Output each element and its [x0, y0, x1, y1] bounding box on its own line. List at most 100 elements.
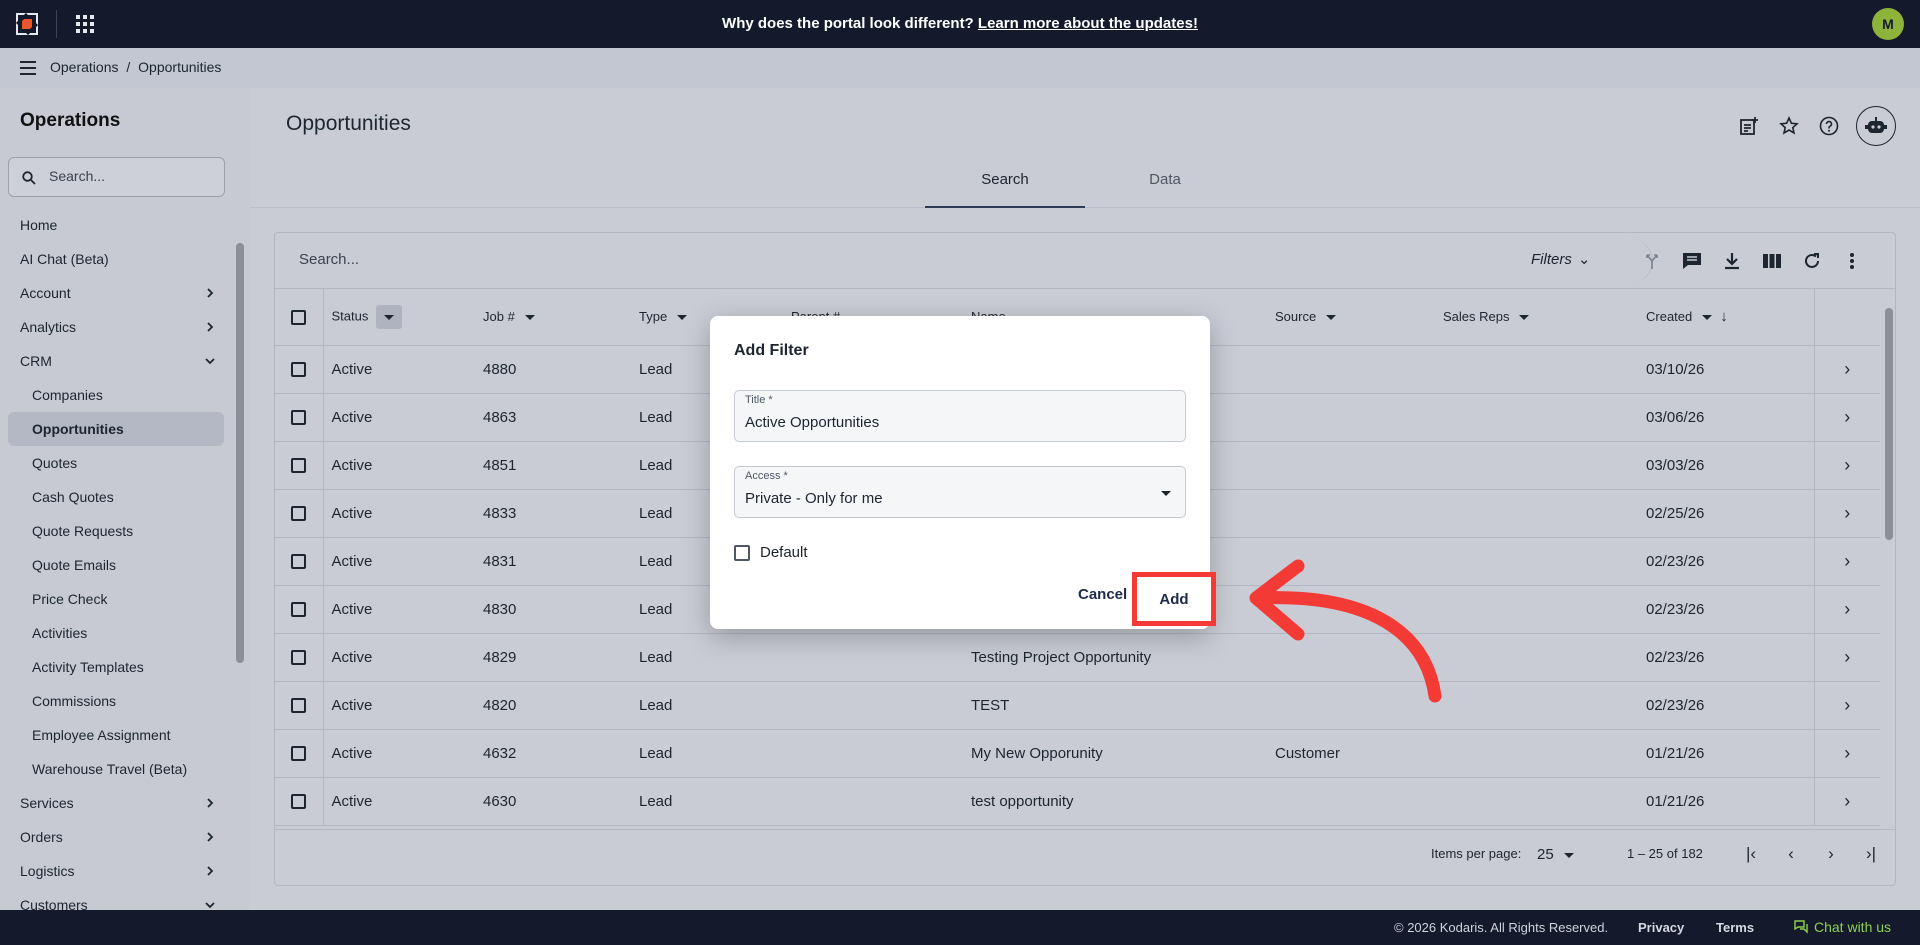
refresh-icon[interactable] — [1799, 249, 1825, 273]
created-cell: 02/23/26 — [1646, 681, 1815, 730]
sidebar-item-services[interactable]: Services — [0, 786, 232, 820]
sidebar-item-orders[interactable]: Orders — [0, 820, 232, 854]
chevron-right-icon[interactable]: › — [1844, 503, 1850, 523]
row-checkbox[interactable] — [291, 602, 307, 618]
sort-dropdown-icon[interactable] — [524, 315, 535, 321]
sidebar-item-cash-quotes[interactable]: Cash Quotes — [0, 480, 232, 514]
sidebar-item-activity-templates[interactable]: Activity Templates — [0, 650, 232, 684]
sidebar-item-warehouse-travel-beta[interactable]: Warehouse Travel (Beta) — [0, 752, 232, 786]
chevron-right-icon[interactable]: › — [1844, 599, 1850, 619]
sidebar-item-analytics[interactable]: Analytics — [0, 310, 232, 344]
row-checkbox[interactable] — [291, 362, 307, 378]
breadcrumb-current[interactable]: Opportunities — [138, 59, 221, 75]
chevron-right-icon[interactable]: › — [1844, 407, 1850, 427]
sidebar-item-quote-requests[interactable]: Quote Requests — [0, 514, 232, 548]
row-checkbox[interactable] — [291, 794, 307, 810]
column-header-status[interactable]: Status — [323, 289, 483, 346]
hamburger-menu-icon[interactable] — [20, 61, 36, 75]
sort-dropdown-icon[interactable] — [1702, 315, 1713, 321]
row-checkbox[interactable] — [291, 554, 307, 570]
sidebar-item-ai-chat-beta[interactable]: AI Chat (Beta) — [0, 242, 232, 276]
row-checkbox[interactable] — [291, 650, 307, 666]
sidebar-item-quotes[interactable]: Quotes — [0, 446, 232, 480]
sort-dropdown-icon[interactable] — [1519, 315, 1530, 321]
cancel-button[interactable]: Cancel — [1078, 586, 1127, 603]
table-row[interactable]: Active 4630 Lead test opportunity 01/21/26 › — [275, 777, 1880, 826]
user-avatar[interactable]: M — [1872, 8, 1904, 40]
last-page-icon[interactable]: ›| — [1861, 844, 1881, 864]
filter-title-value[interactable]: Active Opportunities — [745, 414, 879, 431]
row-checkbox[interactable] — [291, 458, 307, 474]
sidebar-item-logistics[interactable]: Logistics — [0, 854, 232, 888]
table-row[interactable]: Active 4829 Lead Testing Project Opportunit… — [275, 633, 1880, 682]
row-checkbox[interactable] — [291, 506, 307, 522]
chat-button[interactable]: Chat with us — [1794, 919, 1891, 935]
learn-more-link[interactable]: Learn more about the updates! — [978, 15, 1198, 32]
prev-page-icon[interactable]: ‹ — [1781, 844, 1801, 864]
privacy-link[interactable]: Privacy — [1638, 920, 1684, 935]
table-row[interactable]: Active 4820 Lead TEST 02/23/26 › — [275, 681, 1880, 730]
row-select-cell — [275, 345, 324, 394]
access-select[interactable]: Access * Private - Only for me — [734, 466, 1186, 518]
chevron-right-icon[interactable]: › — [1844, 791, 1850, 811]
chevron-right-icon[interactable]: › — [1844, 743, 1850, 763]
chevron-right-icon[interactable]: › — [1844, 647, 1850, 667]
sort-dropdown-icon[interactable] — [376, 304, 403, 329]
sort-dropdown-icon[interactable] — [1326, 315, 1337, 321]
download-icon[interactable] — [1719, 249, 1745, 273]
sidebar-item-home[interactable]: Home — [0, 208, 232, 242]
add-note-icon[interactable] — [1736, 113, 1762, 139]
items-per-page-select[interactable]: 25 — [1537, 846, 1574, 863]
row-checkbox[interactable] — [291, 746, 307, 762]
star-icon[interactable] — [1776, 113, 1802, 139]
sidebar-scrollbar[interactable] — [236, 243, 244, 663]
chevron-right-icon[interactable]: › — [1844, 455, 1850, 475]
tab-search[interactable]: Search — [925, 168, 1085, 208]
sidebar-item-companies[interactable]: Companies — [0, 378, 232, 412]
column-header-job[interactable]: Job # — [483, 289, 639, 346]
sidebar-item-price-check[interactable]: Price Check — [0, 582, 232, 616]
default-checkbox[interactable] — [734, 544, 750, 561]
row-checkbox[interactable] — [291, 410, 307, 426]
merge-icon[interactable] — [1639, 249, 1665, 273]
default-checkbox-row[interactable]: Default — [734, 544, 808, 561]
sidebar-search-input[interactable] — [49, 168, 209, 184]
sidebar-item-activities[interactable]: Activities — [0, 616, 232, 650]
tab-data[interactable]: Data — [1085, 168, 1245, 208]
sidebar-item-account[interactable]: Account — [0, 276, 232, 310]
columns-icon[interactable] — [1759, 249, 1785, 273]
row-checkbox[interactable] — [291, 698, 307, 714]
next-page-icon[interactable]: › — [1821, 844, 1841, 864]
sidebar-item-customers[interactable]: Customers — [0, 888, 232, 910]
terms-link[interactable]: Terms — [1716, 920, 1754, 935]
filter-title-field[interactable]: Title * Active Opportunities — [734, 390, 1186, 442]
sort-dropdown-icon[interactable] — [677, 315, 688, 321]
sidebar-item-crm[interactable]: CRM — [0, 344, 232, 378]
table-search-input[interactable]: Search... — [299, 251, 359, 268]
more-vert-icon[interactable] — [1839, 249, 1865, 273]
job-number-cell: 4630 — [483, 777, 639, 826]
column-header-created[interactable]: Created ↓ — [1646, 289, 1815, 346]
filters-dropdown[interactable]: Filters ⌄ — [1531, 250, 1590, 268]
column-header-source[interactable]: Source — [1275, 289, 1443, 346]
sidebar-item-commissions[interactable]: Commissions — [0, 684, 232, 718]
select-all-checkbox[interactable] — [291, 309, 307, 325]
help-icon[interactable] — [1816, 113, 1842, 139]
add-button[interactable]: Add — [1132, 572, 1216, 626]
name-cell: TEST — [971, 681, 1275, 730]
breadcrumb-root[interactable]: Operations — [50, 59, 118, 75]
arrow-down-icon[interactable]: ↓ — [1720, 308, 1728, 325]
first-page-icon[interactable]: |‹ — [1741, 844, 1761, 864]
chevron-right-icon[interactable]: › — [1844, 551, 1850, 571]
column-header-sales-reps[interactable]: Sales Reps — [1443, 289, 1646, 346]
comment-icon[interactable] — [1679, 249, 1705, 273]
table-row[interactable]: Active 4632 Lead My New Opporunity Customer 0… — [275, 729, 1880, 778]
sidebar-item-opportunities[interactable]: Opportunities — [8, 412, 224, 446]
sidebar-item-employee-assignment[interactable]: Employee Assignment — [0, 718, 232, 752]
table-scrollbar[interactable] — [1885, 308, 1893, 540]
sidebar-item-quote-emails[interactable]: Quote Emails — [0, 548, 232, 582]
chevron-right-icon[interactable]: › — [1844, 695, 1850, 715]
ai-assistant-bot-icon[interactable] — [1856, 106, 1896, 146]
chevron-right-icon[interactable]: › — [1844, 359, 1850, 379]
sidebar-search[interactable] — [8, 157, 225, 197]
